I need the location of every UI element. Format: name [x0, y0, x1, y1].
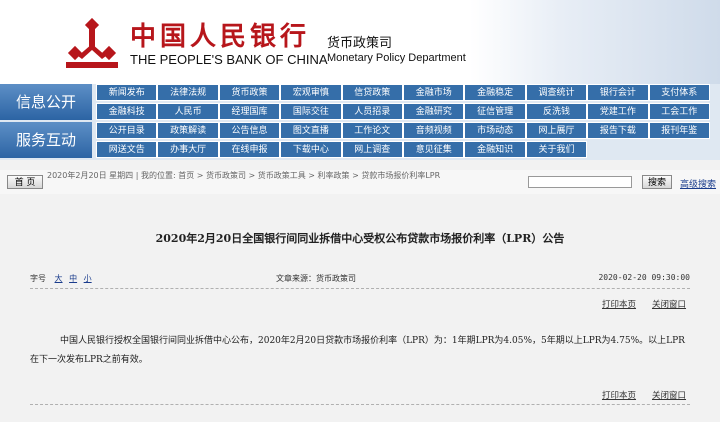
nav-item[interactable]: 音频视频 [403, 122, 465, 139]
nav-item[interactable]: 货币政策 [218, 84, 281, 101]
close-link-bottom[interactable]: 关闭窗口 [652, 389, 686, 401]
search-input[interactable] [528, 176, 632, 188]
nav-item[interactable]: 报告下载 [587, 122, 649, 139]
dept-name-en: Monetary Policy Department [327, 52, 466, 64]
nav-item[interactable]: 公告信息 [218, 122, 281, 139]
nav-item[interactable]: 图文直播 [280, 122, 342, 139]
nav-item[interactable]: 银行会计 [587, 84, 649, 101]
bank-name-en: THE PEOPLE'S BANK OF CHINA [130, 52, 328, 67]
font-large-link[interactable]: 大 [55, 274, 63, 283]
divider-bottom [30, 404, 690, 405]
nav-item[interactable]: 国际交往 [280, 103, 342, 120]
bank-name-cn: 中国人民银行 [130, 22, 311, 52]
nav-item[interactable]: 关于我们 [525, 141, 588, 158]
nav-item[interactable]: 人员招录 [341, 103, 403, 120]
header-banner: 中国人民银行 THE PEOPLE'S BANK OF CHINA 货币政策司 … [0, 0, 720, 84]
nav-item[interactable]: 法律法规 [157, 84, 219, 101]
nav-item[interactable]: 金融稳定 [464, 84, 526, 101]
nav-item[interactable]: 网送文告 [96, 141, 158, 158]
nav-item[interactable]: 报刊年鉴 [648, 122, 710, 139]
font-size-label: 字号 [30, 274, 46, 283]
print-link-top[interactable]: 打印本页 [602, 298, 636, 310]
nav-item[interactable]: 金融知识 [464, 141, 526, 158]
nav-item[interactable]: 下载中心 [280, 141, 342, 158]
home-button[interactable]: 首 页 [7, 175, 43, 189]
nav-group-info: 信息公开 [0, 84, 92, 120]
nav-item[interactable]: 公开目录 [96, 122, 158, 139]
nav-item[interactable]: 办事大厅 [157, 141, 219, 158]
nav-item[interactable]: 支付体系 [648, 84, 710, 101]
nav-item[interactable]: 信贷政策 [341, 84, 403, 101]
nav-item[interactable]: 反洗钱 [525, 103, 588, 120]
nav-item[interactable]: 网上展厅 [525, 122, 588, 139]
nav-item[interactable]: 人民币 [157, 103, 219, 120]
nav-group-service: 服务互动 [0, 122, 92, 158]
breadcrumb: 2020年2月20日 星期四 | 我的位置: 首页 > 货币政策司 > 货币政策… [47, 171, 441, 180]
nav-item[interactable]: 经理国库 [218, 103, 281, 120]
article: 2020年2月20日全国银行间同业拆借中心受权公布贷款市场报价利率（LPR）公告… [0, 196, 720, 422]
font-small-link[interactable]: 小 [84, 274, 92, 283]
nav-item[interactable]: 金融研究 [403, 103, 465, 120]
pboc-logo-icon [66, 18, 118, 68]
nav-item[interactable]: 政策解读 [157, 122, 219, 139]
article-source: 文章来源：货币政策司 [276, 274, 356, 283]
dept-name-cn: 货币政策司 [327, 36, 393, 51]
article-datetime: 2020-02-20 09:30:00 [598, 273, 690, 282]
print-link-bottom[interactable]: 打印本页 [602, 389, 636, 401]
article-body: 中国人民银行授权全国银行间同业拆借中心公布，2020年2月20日贷款市场报价利率… [30, 336, 685, 365]
font-medium-link[interactable]: 中 [69, 274, 77, 283]
main-nav: 信息公开 服务互动 新闻发布 法律法规 货币政策 宏观审慎 信贷政策 金融市场 金融稳定 调查… [0, 84, 720, 160]
nav-item[interactable]: 工作论文 [341, 122, 403, 139]
nav-item[interactable]: 工会工作 [648, 103, 710, 120]
article-meta: 字号 大 中 小 文章来源：货币政策司 2020-02-20 09:30:00 [30, 273, 690, 284]
nav-item[interactable]: 金融市场 [403, 84, 465, 101]
close-link-top[interactable]: 关闭窗口 [652, 298, 686, 310]
nav-item[interactable]: 市场动态 [464, 122, 526, 139]
nav-item[interactable]: 征信管理 [464, 103, 526, 120]
nav-item[interactable]: 在线申报 [218, 141, 281, 158]
advanced-search-link[interactable]: 高级搜索 [680, 177, 716, 190]
article-title: 2020年2月20日全国银行间同业拆借中心受权公布贷款市场报价利率（LPR）公告 [155, 232, 565, 245]
divider-top [30, 288, 690, 289]
nav-item[interactable]: 网上调查 [341, 141, 403, 158]
search-button[interactable]: 搜索 [642, 175, 672, 189]
nav-item[interactable]: 新闻发布 [96, 84, 158, 101]
nav-item[interactable]: 党建工作 [587, 103, 649, 120]
nav-item[interactable]: 金融科技 [96, 103, 158, 120]
nav-item[interactable]: 宏观审慎 [280, 84, 342, 101]
nav-item[interactable]: 意见征集 [403, 141, 465, 158]
nav-item[interactable]: 调查统计 [525, 84, 588, 101]
